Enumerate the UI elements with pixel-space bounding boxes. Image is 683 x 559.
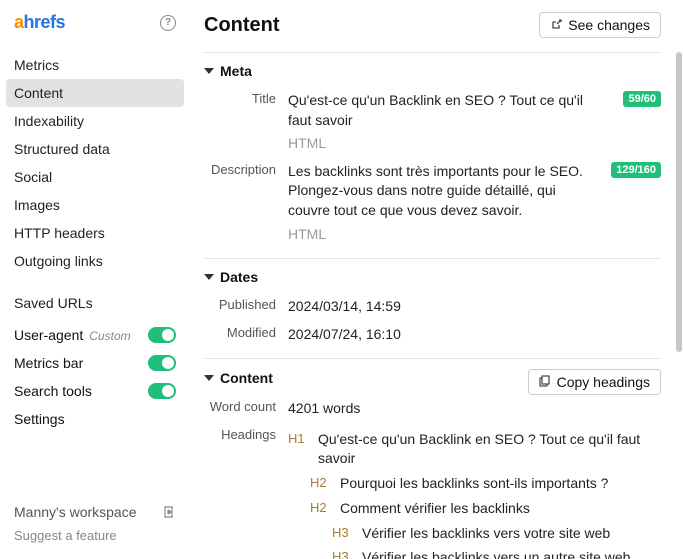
published-label: Published [204, 297, 276, 312]
logo-a: a [14, 12, 24, 32]
nav-indexability[interactable]: Indexability [6, 107, 184, 135]
published-value: 2024/03/14, 14:59 [288, 297, 661, 317]
sidebar-settings: User-agent Custom Metrics bar Search too… [0, 321, 190, 433]
scrollbar-thumb[interactable] [676, 52, 682, 352]
meta-title-value: Qu'est-ce qu'un Backlink en SEO ? Tout c… [288, 91, 603, 130]
workspace-arrow-icon [162, 505, 176, 519]
search-tools-toggle[interactable] [148, 383, 176, 399]
modified-row: Modified 2024/07/24, 16:10 [204, 321, 661, 349]
content-label: Content [220, 370, 273, 386]
meta-header[interactable]: Meta [204, 63, 661, 79]
chevron-down-icon [204, 274, 214, 280]
meta-desc-source: HTML [288, 225, 591, 245]
headings-row: Headings H1 Qu'est-ce qu'un Backlink en … [204, 423, 661, 559]
meta-desc-row: Description Les backlinks sont très impo… [204, 158, 661, 248]
heading-h2: H2 Comment vérifier les backlinks [288, 496, 661, 521]
h3-tag: H3 [332, 524, 354, 542]
metrics-bar-toggle[interactable] [148, 355, 176, 371]
h2-text: Comment vérifier les backlinks [340, 499, 530, 518]
headings-label: Headings [204, 427, 276, 442]
section-dates: Dates Published 2024/03/14, 14:59 Modifi… [204, 258, 661, 358]
metrics-bar-row: Metrics bar [6, 349, 184, 377]
nav-http-headers[interactable]: HTTP headers [6, 219, 184, 247]
page-title: Content [204, 14, 280, 37]
search-tools-row: Search tools [6, 377, 184, 405]
search-tools-label: Search tools [14, 383, 92, 399]
nav-metrics[interactable]: Metrics [6, 51, 184, 79]
chevron-down-icon [204, 68, 214, 74]
meta-desc-label: Description [204, 162, 276, 177]
heading-h2: H2 Pourquoi les backlinks sont-ils impor… [288, 471, 661, 496]
wordcount-row: Word count 4201 words [204, 395, 661, 423]
meta-title-row: Title Qu'est-ce qu'un Backlink en SEO ? … [204, 87, 661, 158]
section-content: Content Copy headings Word count 4201 wo… [204, 358, 661, 559]
meta-title-badge: 59/60 [623, 91, 661, 107]
sidebar: ahrefs ? Metrics Content Indexability St… [0, 0, 190, 559]
sidebar-header: ahrefs ? [0, 0, 190, 47]
headings-tree: H1 Qu'est-ce qu'un Backlink en SEO ? Tou… [288, 427, 661, 559]
nav-structured-data[interactable]: Structured data [6, 135, 184, 163]
meta-desc-badge: 129/160 [611, 162, 661, 178]
h3-tag: H3 [332, 548, 354, 559]
copy-headings-label: Copy headings [557, 374, 650, 390]
user-agent-label: User-agent [14, 327, 83, 343]
copy-headings-button[interactable]: Copy headings [528, 369, 661, 395]
help-icon[interactable]: ? [160, 15, 176, 31]
external-link-icon [550, 19, 562, 31]
dates-label: Dates [220, 269, 258, 285]
see-changes-button[interactable]: See changes [539, 12, 661, 38]
workspace-row[interactable]: Manny's workspace [14, 500, 176, 524]
logo: ahrefs [14, 12, 65, 33]
nav-content[interactable]: Content [6, 79, 184, 107]
scrollbar[interactable] [675, 0, 683, 559]
nav-saved-urls[interactable]: Saved URLs [6, 289, 184, 317]
modified-value: 2024/07/24, 16:10 [288, 325, 661, 345]
nav-images[interactable]: Images [6, 191, 184, 219]
h1-text: Qu'est-ce qu'un Backlink en SEO ? Tout c… [318, 430, 661, 468]
main-header: Content See changes [204, 12, 661, 38]
h1-tag: H1 [288, 430, 310, 448]
heading-h3: H3 Vérifier les backlinks vers un autre … [288, 545, 661, 559]
meta-desc-value: Les backlinks sont très importants pour … [288, 162, 591, 221]
copy-icon [539, 374, 551, 390]
wordcount-value: 4201 words [288, 399, 661, 419]
heading-h1: H1 Qu'est-ce qu'un Backlink en SEO ? Tou… [288, 427, 661, 471]
h2-tag: H2 [310, 499, 332, 517]
metrics-bar-label: Metrics bar [14, 355, 83, 371]
meta-label: Meta [220, 63, 252, 79]
settings-label: Settings [14, 411, 65, 427]
h2-text: Pourquoi les backlinks sont-ils importan… [340, 474, 608, 493]
workspace-label: Manny's workspace [14, 504, 137, 520]
modified-label: Modified [204, 325, 276, 340]
published-row: Published 2024/03/14, 14:59 [204, 293, 661, 321]
meta-title-label: Title [204, 91, 276, 106]
settings-row[interactable]: Settings [6, 405, 184, 433]
section-meta: Meta Title Qu'est-ce qu'un Backlink en S… [204, 52, 661, 258]
nav-outgoing-links[interactable]: Outgoing links [6, 247, 184, 275]
heading-h3: H3 Vérifier les backlinks vers votre sit… [288, 521, 661, 546]
suggest-feature-link[interactable]: Suggest a feature [14, 524, 176, 547]
user-agent-toggle[interactable] [148, 327, 176, 343]
see-changes-label: See changes [568, 17, 650, 33]
nav-social[interactable]: Social [6, 163, 184, 191]
user-agent-row: User-agent Custom [6, 321, 184, 349]
meta-title-source: HTML [288, 134, 603, 154]
main-panel: Content See changes Meta Title Qu'est-ce… [190, 0, 675, 559]
chevron-down-icon [204, 375, 214, 381]
nav: Metrics Content Indexability Structured … [0, 47, 190, 321]
dates-header[interactable]: Dates [204, 269, 661, 285]
content-header[interactable]: Content [204, 370, 273, 386]
h3-text: Vérifier les backlinks vers un autre sit… [362, 548, 630, 559]
wordcount-label: Word count [204, 399, 276, 414]
logo-rest: hrefs [24, 12, 66, 32]
h2-tag: H2 [310, 474, 332, 492]
h3-text: Vérifier les backlinks vers votre site w… [362, 524, 610, 543]
sidebar-footer: Manny's workspace Suggest a feature [0, 494, 190, 559]
user-agent-custom: Custom [89, 329, 130, 343]
